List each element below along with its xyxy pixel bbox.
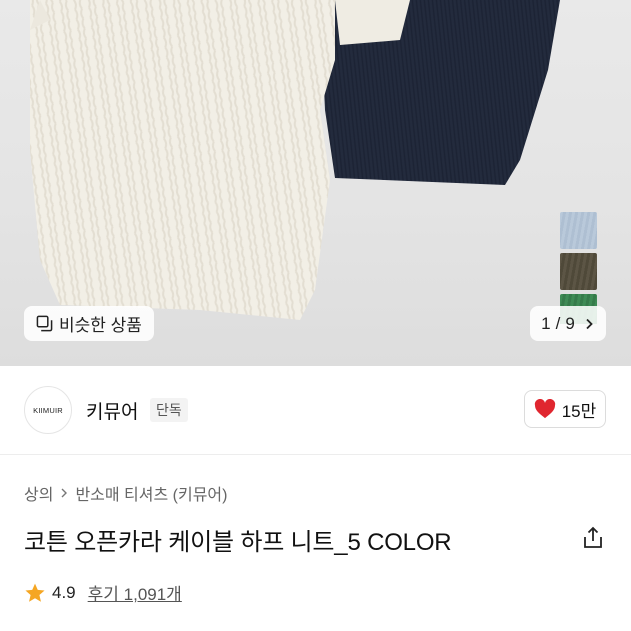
image-pager[interactable]: 1 / 9 bbox=[530, 306, 606, 341]
pager-current: 1 bbox=[541, 313, 551, 333]
product-title: 코튼 오픈카라 케이블 하프 니트_5 COLOR bbox=[24, 529, 452, 556]
breadcrumb-subcategory[interactable]: 반소매 티셔츠 (키뮤어) bbox=[75, 481, 227, 505]
exclusive-badge: 단독 bbox=[150, 398, 188, 422]
rating-row: 4.9 후기 1,091개 bbox=[24, 580, 182, 605]
pager-total: 9 bbox=[565, 313, 575, 333]
breadcrumb: 상의 반소매 티셔츠 (키뮤어) bbox=[24, 481, 227, 505]
heart-icon bbox=[534, 399, 555, 419]
shop-logo-text: KIIMUIR bbox=[33, 405, 63, 415]
product-image-gallery[interactable]: 비슷한 상품 1 / 9 bbox=[0, 0, 631, 366]
pager-separator: / bbox=[555, 313, 561, 333]
chevron-right-icon bbox=[586, 318, 593, 329]
star-icon bbox=[25, 583, 45, 602]
swatch-blue[interactable] bbox=[560, 212, 597, 249]
share-button[interactable] bbox=[580, 525, 606, 551]
chevron-right-icon bbox=[61, 488, 68, 498]
reviews-link[interactable]: 후기 1,091개 bbox=[88, 580, 182, 605]
shop-logo[interactable]: KIIMUIR bbox=[24, 386, 72, 434]
similar-items-icon bbox=[36, 315, 53, 332]
breadcrumb-category[interactable]: 상의 bbox=[24, 481, 53, 505]
like-count: 15만 bbox=[561, 401, 597, 421]
similar-products-label: 비슷한 상품 bbox=[59, 316, 142, 335]
shop-name[interactable]: 키뮤어 bbox=[86, 397, 138, 424]
rating-score: 4.9 bbox=[52, 582, 76, 602]
swatch-khaki[interactable] bbox=[560, 253, 597, 290]
similar-products-button[interactable]: 비슷한 상품 bbox=[24, 306, 154, 341]
share-icon bbox=[584, 526, 602, 548]
like-button[interactable]: 15만 bbox=[524, 390, 606, 428]
shop-info-row: KIIMUIR 키뮤어 단독 15만 bbox=[0, 366, 631, 454]
section-divider bbox=[0, 454, 631, 455]
